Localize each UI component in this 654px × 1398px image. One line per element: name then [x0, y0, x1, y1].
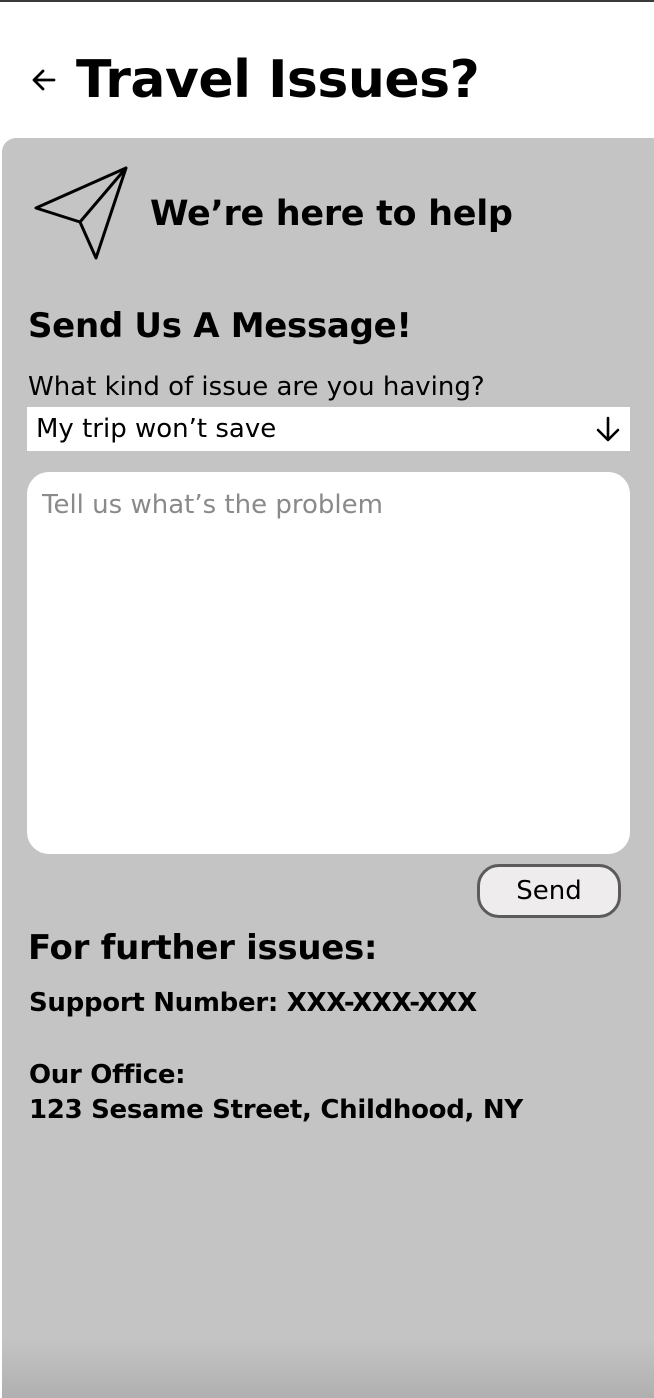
help-panel: We’re here to help Send Us A Message! Wh…: [2, 138, 654, 1398]
page-header: Travel Issues?: [30, 48, 480, 112]
send-button[interactable]: Send: [477, 864, 621, 918]
further-issues-heading: For further issues:: [28, 928, 378, 968]
issue-type-dropdown[interactable]: My trip won’t save: [27, 407, 630, 451]
panel-bottom-shade: [2, 1338, 654, 1398]
help-banner: We’re here to help: [34, 166, 513, 262]
issue-type-label: What kind of issue are you having?: [28, 372, 485, 402]
travel-issues-screen: Travel Issues? We’re here to help Send U…: [0, 0, 654, 1398]
arrow-down-icon: [596, 416, 620, 442]
issue-type-selected: My trip won’t save: [36, 414, 277, 444]
back-button[interactable]: [30, 64, 62, 96]
office-label: Our Office:: [29, 1060, 186, 1090]
page-title: Travel Issues?: [76, 50, 480, 110]
message-textarea[interactable]: [27, 472, 630, 854]
arrow-left-icon: [32, 69, 56, 91]
form-title: Send Us A Message!: [28, 306, 412, 346]
support-number: Support Number: XXX-XXX-XXX: [29, 988, 477, 1018]
top-divider: [0, 0, 654, 2]
help-heading: We’re here to help: [150, 194, 513, 234]
office-address: 123 Sesame Street, Childhood, NY: [29, 1095, 523, 1125]
paper-plane-icon: [34, 166, 128, 260]
